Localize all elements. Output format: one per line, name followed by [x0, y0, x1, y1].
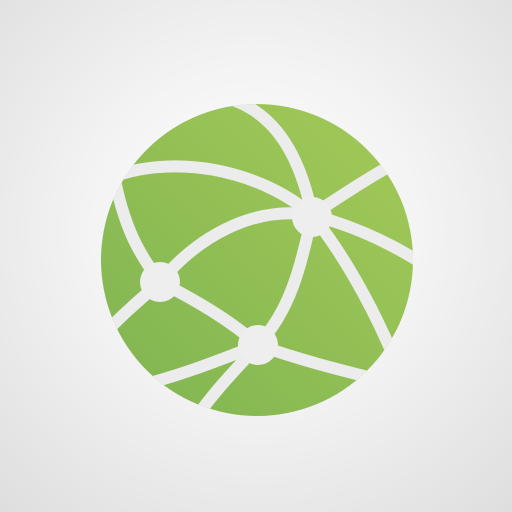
network-globe-icon: [101, 104, 413, 416]
network-node: [238, 325, 278, 365]
icon-canvas: [0, 0, 512, 512]
network-node: [292, 197, 332, 237]
network-node: [140, 262, 180, 302]
